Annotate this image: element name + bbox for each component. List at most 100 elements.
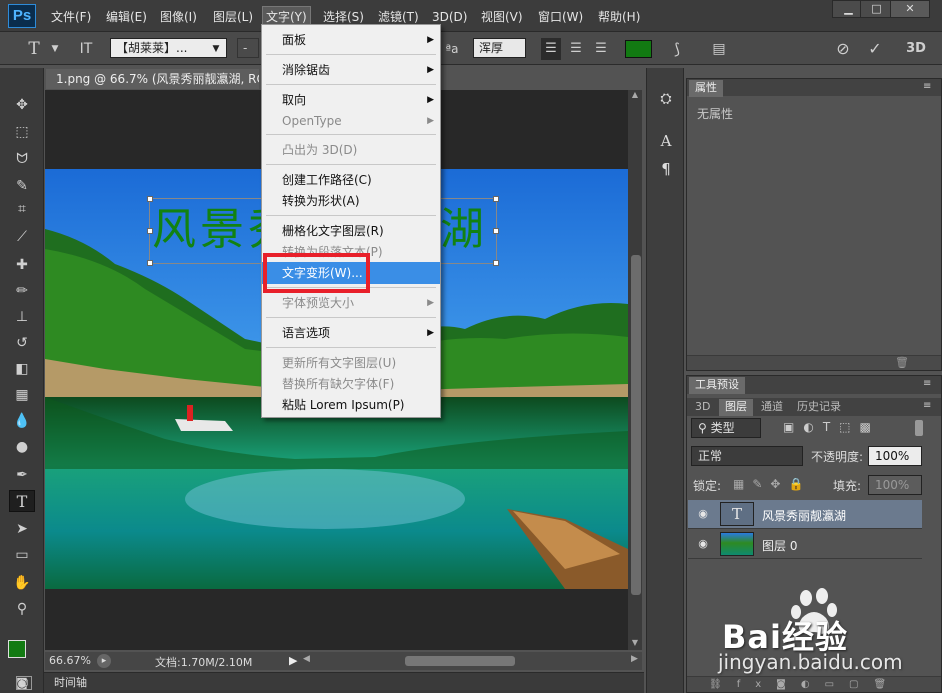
brush-tool-icon[interactable]: ✏ <box>9 280 35 302</box>
menu-image[interactable]: 图像(I) <box>160 8 197 26</box>
menu-window[interactable]: 窗口(W) <box>538 8 583 26</box>
screen-mode-icon[interactable]: ▢ <box>16 676 32 690</box>
scroll-right-icon[interactable]: ▶ <box>631 654 638 664</box>
scroll-left-icon[interactable]: ◀ <box>303 654 310 664</box>
type-tool-icon[interactable]: T <box>9 490 35 512</box>
status-info-icon[interactable]: ▸ <box>97 654 111 668</box>
path-selection-tool-icon[interactable]: ➤ <box>9 518 35 540</box>
transform-handle[interactable] <box>493 260 499 266</box>
lock-position-icon[interactable]: ✥ <box>770 477 788 491</box>
tab-3d[interactable]: 3D <box>689 399 717 416</box>
horizontal-scrollbar-thumb[interactable] <box>405 656 515 666</box>
antialias-select[interactable]: 浑厚 <box>473 38 526 58</box>
zoom-tool-icon[interactable]: ⚲ <box>9 598 35 620</box>
hand-tool-icon[interactable]: ✋ <box>9 572 35 594</box>
new-layer-icon[interactable]: ▢ <box>849 679 873 690</box>
layer-row-image[interactable]: ◉ 图层 0 <box>688 530 922 559</box>
panel-menu-icon[interactable]: ≡ <box>923 81 931 92</box>
type-filter-icon[interactable]: T <box>823 420 839 434</box>
commit-check-icon[interactable]: ✓ <box>864 38 886 60</box>
adjustment-icon[interactable]: ◐ <box>801 679 825 690</box>
menu-item-font-preview-size[interactable]: 字体预览大小 ▶ <box>262 292 440 314</box>
crop-tool-icon[interactable]: ⌗ <box>9 198 35 220</box>
align-right-icon[interactable]: ☰ <box>591 38 611 60</box>
shape-filter-icon[interactable]: ⬚ <box>839 420 859 434</box>
document-tab[interactable]: 1.png @ 66.7% (风景秀丽靓瀛湖, RGB <box>46 69 259 89</box>
pen-tool-icon[interactable]: ✒ <box>9 464 35 486</box>
smart-object-filter-icon[interactable]: ▩ <box>860 420 880 434</box>
character-panel-icon[interactable]: ▤ <box>708 38 730 60</box>
tab-layers[interactable]: 图层 <box>719 399 753 416</box>
layer-name[interactable]: 风景秀丽靓瀛湖 <box>762 507 846 524</box>
folder-icon[interactable]: ▭ <box>825 679 849 690</box>
link-icon[interactable]: ⛓ <box>709 679 737 690</box>
menu-item-create-work-path[interactable]: 创建工作路径(C) <box>262 169 440 191</box>
fx-icon[interactable]: fx <box>737 679 776 690</box>
warp-text-icon[interactable]: ⟆ <box>666 38 688 60</box>
chevron-down-icon[interactable]: ▼ <box>206 38 226 60</box>
visibility-eye-icon[interactable]: ◉ <box>696 507 710 521</box>
timeline-tab[interactable]: 时间轴 <box>54 673 87 693</box>
text-orientation-icon[interactable]: IT <box>73 38 99 60</box>
menu-edit[interactable]: 编辑(E) <box>106 8 147 26</box>
tab-channels[interactable]: 通道 <box>755 399 789 416</box>
healing-brush-tool-icon[interactable]: ✚ <box>9 254 35 276</box>
layer-name[interactable]: 图层 0 <box>762 537 797 554</box>
visibility-eye-icon[interactable]: ◉ <box>696 537 710 551</box>
adjustment-filter-icon[interactable]: ◐ <box>803 420 822 434</box>
zoom-level[interactable]: 66.67% <box>49 654 91 667</box>
menu-item-replace-missing-fonts[interactable]: 替换所有缺欠字体(F) <box>262 373 440 395</box>
vertical-scrollbar-thumb[interactable] <box>631 255 641 595</box>
blur-tool-icon[interactable]: 💧 <box>9 410 35 432</box>
menu-item-opentype[interactable]: OpenType ▶ <box>262 110 440 132</box>
properties-tab[interactable]: 属性 <box>689 80 723 97</box>
tab-history[interactable]: 历史记录 <box>791 399 847 416</box>
chevron-down-icon[interactable]: ▼ <box>48 38 62 60</box>
scroll-down-icon[interactable]: ▼ <box>630 638 640 648</box>
menu-item-extrude-3d[interactable]: 凸出为 3D(D) <box>262 139 440 161</box>
dodge-tool-icon[interactable]: ● <box>9 436 35 458</box>
menu-item-rasterize[interactable]: 栅格化文字图层(R) <box>262 220 440 242</box>
opacity-input[interactable]: 100% <box>868 446 922 466</box>
marquee-tool-icon[interactable]: ⬚ <box>9 121 35 143</box>
menu-item-language-options[interactable]: 语言选项 ▶ <box>262 322 440 344</box>
panel-menu-icon[interactable]: ≡ <box>923 378 931 389</box>
transform-handle[interactable] <box>493 196 499 202</box>
move-tool-icon[interactable]: ✥ <box>9 94 35 116</box>
align-center-icon[interactable]: ☰ <box>566 38 586 60</box>
clone-stamp-tool-icon[interactable]: ⊥ <box>9 306 35 328</box>
eyedropper-tool-icon[interactable]: ⟋ <box>9 226 35 248</box>
lock-pixels-icon[interactable]: ✎ <box>752 477 770 491</box>
tool-presets-icon[interactable]: ⛭ <box>655 88 677 110</box>
fill-input[interactable]: 100% <box>868 475 922 495</box>
lock-all-icon[interactable]: 🔒 <box>788 477 811 491</box>
3d-button[interactable]: 3D <box>902 38 930 60</box>
filter-toggle-switch[interactable] <box>915 420 923 436</box>
paragraph-icon[interactable]: ¶ <box>655 158 677 180</box>
panel-menu-icon[interactable]: ≡ <box>923 400 931 411</box>
trash-icon[interactable]: 🗑 <box>874 679 902 690</box>
layer-filter-select[interactable]: ⚲ 类型 <box>691 418 761 438</box>
transform-handle[interactable] <box>147 260 153 266</box>
menu-item-convert-to-shape[interactable]: 转换为形状(A) <box>262 190 440 212</box>
menu-help[interactable]: 帮助(H) <box>598 8 640 26</box>
lasso-tool-icon[interactable]: ᗢ <box>9 148 35 170</box>
type-tool-preset-icon[interactable]: T <box>24 38 44 60</box>
menu-item-panels[interactable]: 面板 ▶ <box>262 29 440 51</box>
menu-layer[interactable]: 图层(L) <box>213 8 253 26</box>
menu-item-orientation[interactable]: 取向 ▶ <box>262 89 440 111</box>
maximize-button[interactable]: □ <box>860 0 893 18</box>
close-button[interactable]: ✕ <box>890 0 930 18</box>
lock-icons[interactable]: ▦✎✥🔒 <box>733 477 811 491</box>
foreground-color-swatch[interactable] <box>8 640 26 658</box>
font-style-select[interactable]: - <box>237 38 259 58</box>
timeline-panel[interactable]: ▢ 时间轴 <box>16 672 644 693</box>
tool-presets-tab[interactable]: 工具预设 <box>689 377 745 394</box>
menu-view[interactable]: 视图(V) <box>481 8 523 26</box>
status-menu-arrow-icon[interactable]: ▶ <box>289 654 297 667</box>
scroll-up-icon[interactable]: ▲ <box>630 90 640 100</box>
menu-file[interactable]: 文件(F) <box>51 8 91 26</box>
cancel-icon[interactable]: ⊘ <box>832 38 854 60</box>
menu-item-anti-alias[interactable]: 消除锯齿 ▶ <box>262 59 440 81</box>
image-filter-icon[interactable]: ▣ <box>783 420 803 434</box>
